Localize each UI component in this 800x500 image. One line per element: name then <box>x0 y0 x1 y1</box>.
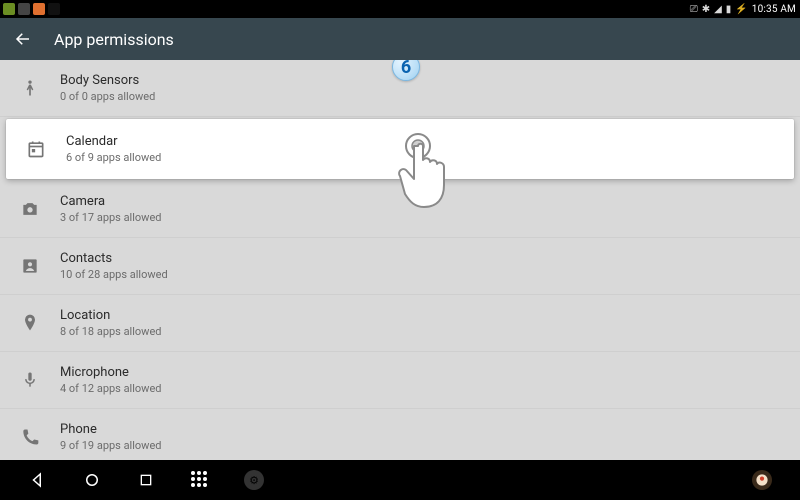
notif-2-icon <box>18 3 30 15</box>
permission-sub: 4 of 12 apps allowed <box>60 382 161 395</box>
permission-label: Location <box>60 308 161 323</box>
page-title: App permissions <box>54 30 174 49</box>
permission-row-phone[interactable]: Phone 9 of 19 apps allowed <box>0 409 800 460</box>
status-notif-icons <box>0 3 60 15</box>
status-bar: ⎚ ✱ ◢ ▮ ⚡ 10:35 AM <box>0 0 800 18</box>
permission-row-microphone[interactable]: Microphone 4 of 12 apps allowed <box>0 352 800 409</box>
calendar-icon <box>24 137 48 161</box>
notif-4-icon <box>48 3 60 15</box>
permission-label: Contacts <box>60 251 168 266</box>
battery-charging-icon: ⚡ <box>735 4 747 15</box>
notif-3-icon <box>33 3 45 15</box>
contacts-icon <box>18 254 42 278</box>
notif-1-icon <box>3 3 15 15</box>
permission-sub: 6 of 9 apps allowed <box>66 151 161 164</box>
status-right-icons: ⎚ ✱ ◢ ▮ ⚡ 10:35 AM <box>690 4 800 15</box>
permission-sub: 0 of 0 apps allowed <box>60 90 155 103</box>
permission-row-location[interactable]: Location 8 of 18 apps allowed <box>0 295 800 352</box>
permission-label: Microphone <box>60 365 161 380</box>
nav-recent-button[interactable] <box>136 470 156 490</box>
permission-label: Body Sensors <box>60 73 155 88</box>
permission-label: Phone <box>60 422 161 437</box>
location-icon <box>18 311 42 335</box>
permission-sub: 9 of 19 apps allowed <box>60 439 161 452</box>
microphone-icon <box>18 368 42 392</box>
phone-icon <box>18 425 42 449</box>
body-sensors-icon <box>18 76 42 100</box>
permission-row-camera[interactable]: Camera 3 of 17 apps allowed <box>0 181 800 238</box>
nav-apps-button[interactable] <box>190 470 210 490</box>
back-button[interactable] <box>14 30 32 48</box>
permission-sub: 8 of 18 apps allowed <box>60 325 161 338</box>
bluetooth-icon: ✱ <box>702 4 710 15</box>
nav-home-button[interactable] <box>82 470 102 490</box>
permission-sub: 10 of 28 apps allowed <box>60 268 168 281</box>
permission-row-contacts[interactable]: Contacts 10 of 28 apps allowed <box>0 238 800 295</box>
cast-icon: ⎚ <box>690 4 698 15</box>
tray-app-icon[interactable] <box>752 470 772 490</box>
camera-icon <box>18 197 42 221</box>
permission-row-calendar[interactable]: Calendar 6 of 9 apps allowed <box>6 119 794 179</box>
permissions-list: 6 Body Sensors 0 of 0 apps allowed Calen… <box>0 60 800 460</box>
tray-settings-icon[interactable]: ⚙ <box>244 470 264 490</box>
permission-label: Camera <box>60 194 161 209</box>
nav-bar: ⚙ <box>0 460 800 500</box>
nav-back-button[interactable] <box>28 470 48 490</box>
status-clock: 10:35 AM <box>752 4 796 15</box>
wifi-icon: ◢ <box>714 4 722 15</box>
permission-label: Calendar <box>66 134 161 149</box>
signal-icon: ▮ <box>726 4 732 15</box>
permission-sub: 3 of 17 apps allowed <box>60 211 161 224</box>
app-bar: App permissions <box>0 18 800 60</box>
